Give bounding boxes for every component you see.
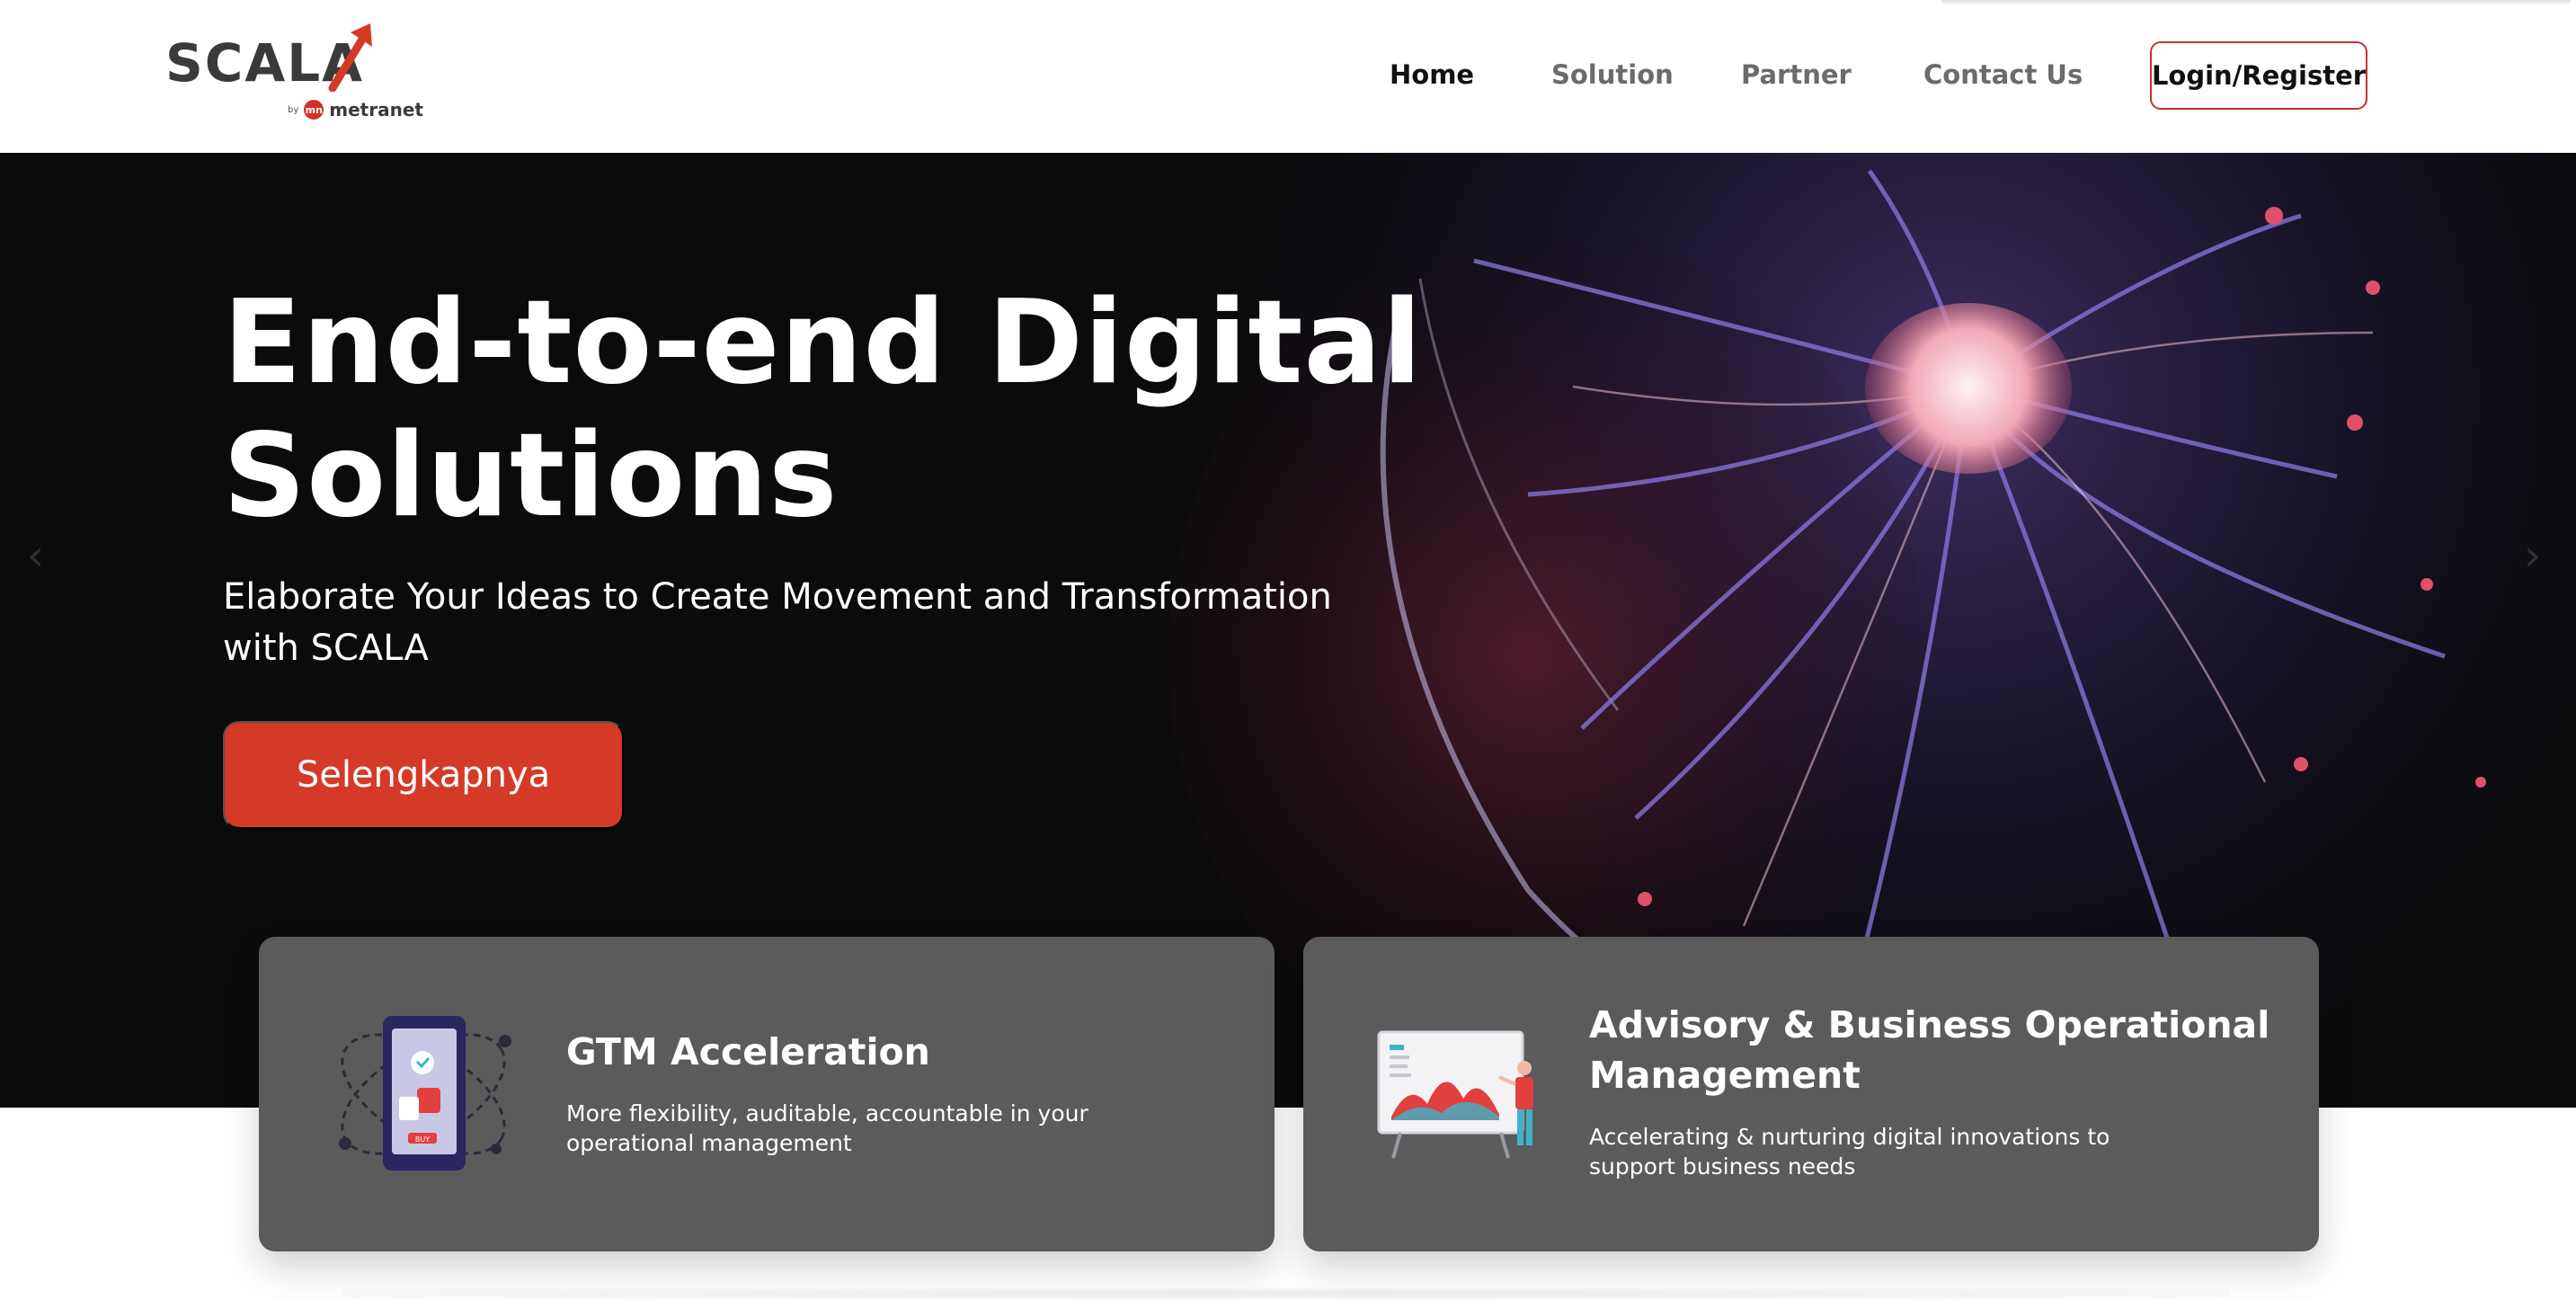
main-nav: Home Solution Partner Contact Us Login/R… (0, 41, 2576, 110)
hero-subtitle: Elaborate Your Ideas to Create Movement … (223, 576, 1332, 669)
nav-home[interactable]: Home (1390, 59, 1474, 90)
card-advisory-business[interactable]: Advisory & Business Operational Manageme… (1303, 937, 2319, 1251)
selengkapnya-button[interactable]: Selengkapnya (223, 721, 624, 829)
header-shadow (1941, 0, 2571, 5)
card-title: Advisory & Business Operational Manageme… (1589, 1003, 2270, 1097)
buy-badge: BUY (415, 1135, 430, 1144)
nav-contact-us[interactable]: Contact Us (1923, 59, 2083, 90)
card-title: GTM Acceleration (566, 1030, 930, 1073)
site-header: SCALA by mn metranet Home Solution Partn… (0, 0, 2576, 153)
card-description: More flexibility, auditable, accountable… (566, 1100, 1088, 1156)
section-shadow (342, 1287, 2229, 1300)
carousel-prev-icon[interactable]: ‹ (27, 530, 44, 581)
hero-title-line2: Solutions (223, 409, 839, 543)
login-register-button[interactable]: Login/Register (2150, 41, 2367, 110)
card-gtm-acceleration[interactable]: BUY GTM Acceleration More flexibility, a… (259, 937, 1275, 1251)
presentation-board-illustration-icon (1377, 1030, 1533, 1159)
card-description: Accelerating & nurturing digital innovat… (1589, 1124, 2110, 1180)
mobile-commerce-illustration-icon: BUY (339, 1016, 511, 1171)
hero-title: End-to-end Digital Solutions (223, 277, 1481, 543)
carousel-next-icon[interactable]: › (2524, 530, 2541, 581)
hero-title-line1: End-to-end Digital (223, 276, 1423, 410)
nav-partner[interactable]: Partner (1741, 59, 1852, 90)
nav-solution[interactable]: Solution (1551, 59, 1674, 90)
